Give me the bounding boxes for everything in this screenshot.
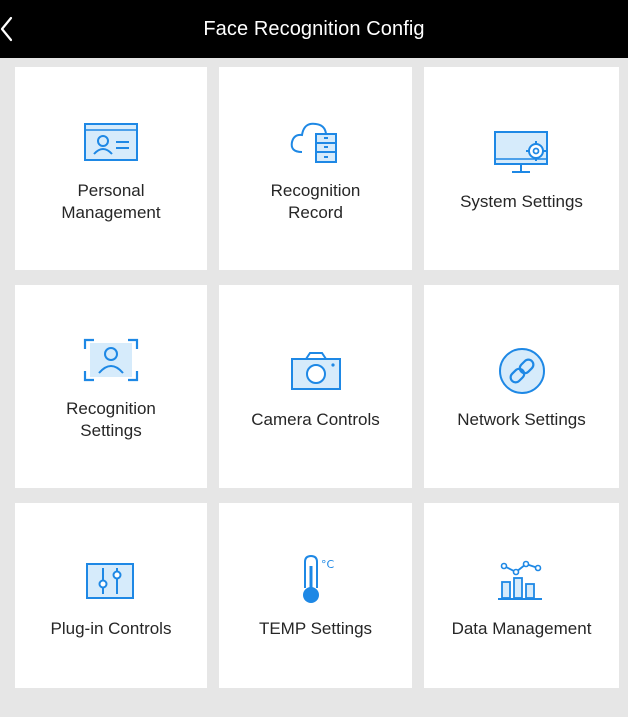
temp-unit-label: °C [321,558,335,571]
tile-label: TEMP Settings [258,618,373,638]
bar-chart-icon [491,552,553,608]
tile-label: Network Settings [457,409,586,429]
tile-label: Data Management [451,618,592,638]
tile-recognition-record[interactable]: Recognition Record [219,67,412,270]
title-bar: Face Recognition Config [0,0,628,58]
tile-plugin-controls[interactable]: Plug-in Controls [15,503,207,688]
tile-label: Recognition Record [270,180,361,222]
tile-label: Camera Controls [251,409,380,429]
tile-temp-settings[interactable]: °C TEMP Settings [219,503,412,688]
id-card-icon [80,114,142,170]
tile-label: Personal Management [61,180,161,222]
settings-grid: Personal Management Recognition Record S… [15,67,619,688]
tile-personal-management[interactable]: Personal Management [15,67,207,270]
thermometer-icon: °C [285,552,347,608]
tile-system-settings[interactable]: System Settings [424,67,619,270]
face-frame-icon [80,332,142,388]
sliders-icon [80,552,142,608]
tile-label: System Settings [460,191,583,211]
chevron-left-icon [0,16,13,42]
tile-data-management[interactable]: Data Management [424,503,619,688]
page-title: Face Recognition Config [203,17,425,40]
back-button[interactable] [0,0,40,58]
tile-label: Plug-in Controls [50,618,172,638]
tile-camera-controls[interactable]: Camera Controls [219,285,412,488]
tile-recognition-settings[interactable]: Recognition Settings [15,285,207,488]
monitor-gear-icon [491,125,553,181]
tile-network-settings[interactable]: Network Settings [424,285,619,488]
link-icon [491,343,553,399]
cloud-record-icon [285,114,347,170]
tile-label: Recognition Settings [66,398,156,440]
camera-icon [285,343,347,399]
